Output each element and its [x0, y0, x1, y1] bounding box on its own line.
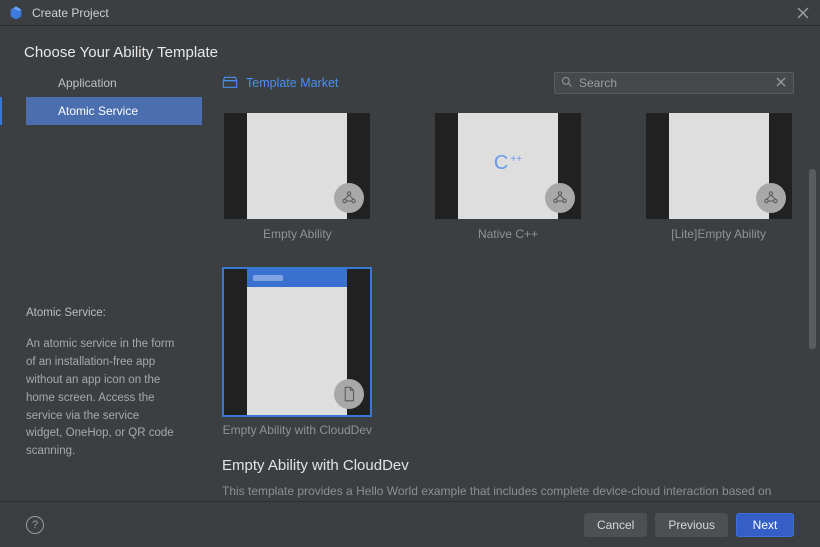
page-heading: Choose Your Ability Template: [0, 26, 820, 69]
template-grid: Empty Ability C++ Native C++: [222, 113, 794, 437]
clear-search-icon[interactable]: [775, 76, 787, 91]
pane-header: Template Market: [222, 65, 794, 101]
scrollbar[interactable]: [809, 169, 816, 381]
template-card-native-cpp[interactable]: C++ Native C++: [433, 113, 584, 241]
phone-preview: [247, 269, 347, 415]
scrollbar-thumb[interactable]: [809, 169, 816, 349]
sidebar-item-label: Atomic Service: [58, 104, 138, 118]
market-icon: [222, 75, 238, 92]
cancel-button[interactable]: Cancel: [584, 513, 647, 537]
nodes-badge-icon: [334, 183, 364, 213]
template-card-empty-ability[interactable]: Empty Ability: [222, 113, 373, 241]
template-card-empty-ability-clouddev[interactable]: Empty Ability with CloudDev: [222, 269, 373, 437]
template-card-lite-empty-ability[interactable]: [Lite]Empty Ability: [643, 113, 794, 241]
phone-topbar: [247, 269, 347, 287]
cpp-icon: C++: [494, 152, 522, 175]
next-button[interactable]: Next: [736, 513, 794, 537]
sidebar-item-atomic-service[interactable]: Atomic Service: [26, 97, 202, 125]
sidebar-info: Atomic Service: An atomic service in the…: [0, 305, 202, 502]
titlebar: Create Project: [0, 0, 820, 26]
details-title: Empty Ability with CloudDev: [222, 457, 794, 474]
phone-preview: C++: [458, 113, 558, 219]
sidebar-items: Application Atomic Service: [0, 69, 202, 125]
previous-button[interactable]: Previous: [655, 513, 728, 537]
dialog-content: Choose Your Ability Template Application…: [0, 26, 820, 547]
app-logo-icon: [8, 5, 24, 21]
phone-preview: [669, 113, 769, 219]
template-caption: Native C++: [478, 227, 538, 241]
template-thumb: C++: [435, 113, 581, 219]
button-label: Previous: [668, 518, 715, 532]
nodes-badge-icon: [756, 183, 786, 213]
template-thumb: [646, 113, 792, 219]
sidebar-info-title: Atomic Service:: [26, 305, 178, 323]
search-icon: [561, 76, 573, 91]
template-pane: Template Market: [202, 69, 820, 501]
footer-buttons: Cancel Previous Next: [584, 513, 794, 537]
close-icon[interactable]: [796, 6, 810, 20]
template-caption: Empty Ability: [263, 227, 332, 241]
phone-preview: [247, 113, 347, 219]
template-caption: Empty Ability with CloudDev: [223, 423, 372, 437]
nodes-badge-icon: [545, 183, 575, 213]
button-label: Next: [753, 518, 778, 532]
template-market-link[interactable]: Template Market: [222, 75, 338, 92]
search-input[interactable]: [579, 76, 769, 90]
sidebar-item-application[interactable]: Application: [26, 69, 202, 97]
window-title: Create Project: [32, 6, 109, 20]
dialog-footer: ? Cancel Previous Next: [0, 501, 820, 547]
template-market-label: Template Market: [246, 76, 338, 90]
sidebar-info-body: An atomic service in the form of an inst…: [26, 338, 174, 457]
phone-topbar-pill: [253, 275, 283, 281]
button-label: Cancel: [597, 518, 634, 532]
document-badge-icon: [334, 379, 364, 409]
sidebar-item-label: Application: [58, 76, 117, 90]
template-details: Empty Ability with CloudDev This templat…: [222, 437, 794, 501]
search-box[interactable]: [554, 72, 794, 94]
template-thumb: [224, 113, 370, 219]
sidebar: Application Atomic Service Atomic Servic…: [0, 69, 202, 501]
template-grid-wrap: Empty Ability C++ Native C++: [222, 101, 794, 501]
help-icon[interactable]: ?: [26, 516, 44, 534]
main-area: Application Atomic Service Atomic Servic…: [0, 69, 820, 501]
template-thumb: [224, 269, 370, 415]
template-caption: [Lite]Empty Ability: [671, 227, 766, 241]
details-description: This template provides a Hello World exa…: [222, 482, 794, 501]
sidebar-active-indicator: [0, 97, 2, 125]
